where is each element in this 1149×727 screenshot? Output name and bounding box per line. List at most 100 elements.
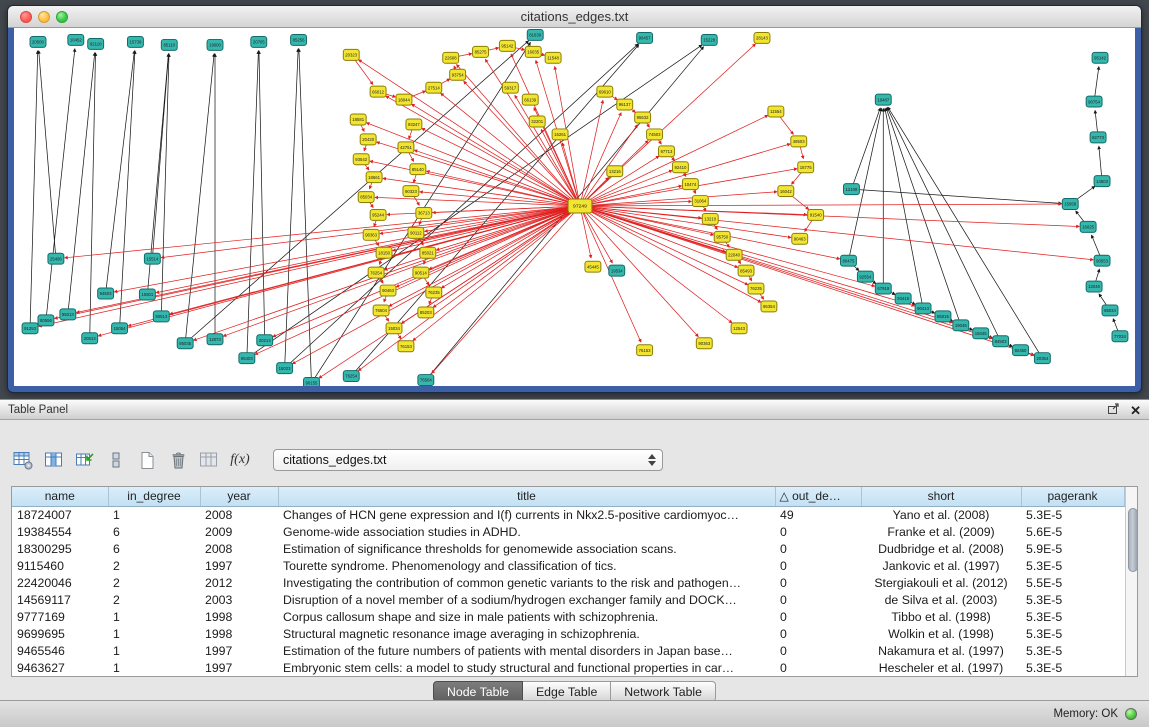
graph-node[interactable]: 11554 bbox=[768, 106, 784, 117]
graph-node[interactable]: 93754 bbox=[450, 69, 466, 80]
graph-node[interactable]: 90463 bbox=[380, 285, 396, 296]
graph-node[interactable]: 84503 bbox=[993, 336, 1009, 347]
graph-node[interactable]: 15514 bbox=[144, 253, 160, 264]
graph-node[interactable]: 42751 bbox=[398, 142, 414, 153]
graph-node[interactable]: 90553 bbox=[1094, 255, 1110, 266]
table-row[interactable]: 1938455462009Genome-wide association stu… bbox=[12, 523, 1124, 540]
graph-node[interactable]: 90754 bbox=[1086, 96, 1102, 107]
graph-node[interactable]: 45445 bbox=[585, 261, 601, 272]
table-row[interactable]: 1872400712008Changes of HCN gene express… bbox=[12, 506, 1124, 523]
graph-node[interactable]: 12543 bbox=[731, 323, 747, 334]
graph-node[interactable]: 16035 bbox=[525, 46, 541, 57]
graph-node[interactable]: 85493 bbox=[738, 265, 754, 276]
graph-node[interactable]: 18661 bbox=[366, 172, 382, 183]
table-row[interactable]: 1830029562008Estimation of significance … bbox=[12, 540, 1124, 557]
graph-node[interactable]: 69610 bbox=[597, 86, 613, 97]
graph-node[interactable]: 15045 bbox=[973, 328, 989, 339]
graph-node[interactable]: 74503 bbox=[647, 129, 663, 140]
graph-node[interactable]: 36713 bbox=[416, 207, 432, 218]
graph-node[interactable]: 92554 bbox=[857, 271, 873, 282]
graph-node[interactable]: 76504 bbox=[418, 375, 434, 386]
minimize-window-button[interactable] bbox=[38, 11, 50, 23]
column-header-year[interactable]: year bbox=[200, 487, 278, 506]
graph-node[interactable]: 81630 bbox=[527, 29, 543, 40]
graph-node[interactable]: 85275 bbox=[473, 46, 489, 57]
graph-node[interactable]: 92450 bbox=[1013, 345, 1029, 356]
graph-node[interactable]: 66139 bbox=[522, 94, 538, 105]
graph-node[interactable]: 13216 bbox=[607, 166, 623, 177]
graph-node[interactable]: 95142 bbox=[1092, 52, 1108, 63]
graph-node[interactable]: 96137 bbox=[617, 99, 633, 110]
graph-node[interactable]: 93542 bbox=[353, 154, 369, 165]
graph-node[interactable]: 90323 bbox=[403, 186, 419, 197]
graph-node[interactable]: 90112 bbox=[408, 227, 424, 238]
graph-node[interactable]: 94503 bbox=[98, 288, 114, 299]
graph-node[interactable]: 11548 bbox=[545, 52, 561, 63]
graph-node[interactable]: 93415 bbox=[895, 293, 911, 304]
graph-node[interactable]: 66012 bbox=[370, 86, 386, 97]
graph-node[interactable]: 18044 bbox=[396, 94, 412, 105]
column-header-title[interactable]: title bbox=[278, 487, 775, 506]
graph-node[interactable]: 20513 bbox=[82, 333, 98, 344]
graph-node[interactable]: 10474 bbox=[682, 179, 698, 190]
delete-table-icon[interactable] bbox=[166, 448, 190, 472]
table-selector[interactable]: citations_edges.txt bbox=[273, 449, 663, 471]
graph-node[interactable]: 76235 bbox=[748, 283, 764, 294]
graph-node[interactable]: 90463 bbox=[792, 233, 808, 244]
graph-node[interactable]: 95750 bbox=[714, 231, 730, 242]
graph-node[interactable]: 93247 bbox=[406, 119, 422, 130]
graph-node[interactable]: 85021 bbox=[420, 247, 436, 258]
graph-node[interactable]: 90363 bbox=[363, 229, 379, 240]
zoom-window-button[interactable] bbox=[56, 11, 68, 23]
graph-node[interactable]: 15034 bbox=[386, 323, 402, 334]
new-file-icon[interactable] bbox=[135, 448, 159, 472]
graph-node[interactable]: 85035 bbox=[177, 338, 193, 349]
graph-node[interactable]: 67919 bbox=[875, 283, 891, 294]
graph-node[interactable]: 82773 bbox=[1090, 132, 1106, 143]
graph-node[interactable]: 76504 bbox=[373, 305, 389, 316]
column-header-name[interactable]: name bbox=[12, 487, 108, 506]
graph-node[interactable]: 80556 bbox=[38, 315, 54, 326]
graph-node[interactable]: 32201 bbox=[529, 116, 545, 127]
graph-node[interactable]: 77034 bbox=[1112, 331, 1128, 342]
table-row[interactable]: 946362711997Embryonic stem cells: a mode… bbox=[12, 659, 1124, 676]
graph-node[interactable]: 90363 bbox=[696, 338, 712, 349]
graph-node[interactable]: 13210 bbox=[702, 213, 718, 224]
graph-node[interactable]: 19534 bbox=[609, 265, 625, 276]
graph-node[interactable]: 14503 bbox=[1094, 176, 1110, 187]
table-disabled-icon[interactable] bbox=[197, 448, 221, 472]
graph-node[interactable]: 15228 bbox=[701, 34, 717, 45]
tab-edge-table[interactable]: Edge Table bbox=[523, 681, 611, 702]
table-options-icon[interactable] bbox=[11, 448, 35, 472]
table-row[interactable]: 911546021997Tourette syndrome. Phenomeno… bbox=[12, 557, 1124, 574]
graph-node[interactable]: 15739 bbox=[127, 36, 143, 47]
graph-node[interactable]: 27514 bbox=[426, 82, 442, 93]
column-header-out_degree[interactable]: △ out_de… bbox=[775, 487, 861, 506]
graph-node[interactable]: 80475 bbox=[841, 255, 857, 266]
graph-node[interactable]: 16025 bbox=[1080, 221, 1096, 232]
graph-node[interactable]: 85110 bbox=[161, 39, 177, 50]
close-window-button[interactable] bbox=[20, 11, 32, 23]
graph-node[interactable]: 97713 bbox=[659, 146, 675, 157]
tab-node-table[interactable]: Node Table bbox=[433, 681, 523, 702]
graph-node[interactable]: 20213 bbox=[257, 335, 273, 346]
table-row[interactable]: 946554611997Estimation of the future num… bbox=[12, 642, 1124, 659]
graph-node[interactable]: 90413 bbox=[915, 303, 931, 314]
network-canvas[interactable]: 9724918581204209354218661850349524490363… bbox=[14, 28, 1135, 386]
table-scrollbar[interactable] bbox=[1125, 487, 1138, 676]
function-builder-icon[interactable]: f(x) bbox=[228, 448, 252, 472]
graph-node[interactable]: 90155 bbox=[304, 378, 320, 386]
table-row[interactable]: 1456911722003Disruption of a novel membe… bbox=[12, 591, 1124, 608]
graph-node[interactable]: 20354 bbox=[1034, 353, 1050, 364]
graph-node[interactable]: 20500 bbox=[30, 36, 46, 47]
graph-node[interactable]: 22608 bbox=[443, 52, 459, 63]
graph-node[interactable]: 12073 bbox=[207, 334, 223, 345]
graph-node[interactable]: 85015 bbox=[935, 311, 951, 322]
graph-node[interactable]: 97249 bbox=[568, 199, 592, 213]
column-header-in_degree[interactable]: in_degree bbox=[108, 487, 200, 506]
graph-node[interactable]: 28143 bbox=[754, 32, 770, 43]
graph-node[interactable]: 92410 bbox=[672, 162, 688, 173]
graph-node[interactable]: 91540 bbox=[808, 209, 824, 220]
table-row[interactable]: 2242004622012Investigating the contribut… bbox=[12, 574, 1124, 591]
import-table-icon[interactable] bbox=[73, 448, 97, 472]
